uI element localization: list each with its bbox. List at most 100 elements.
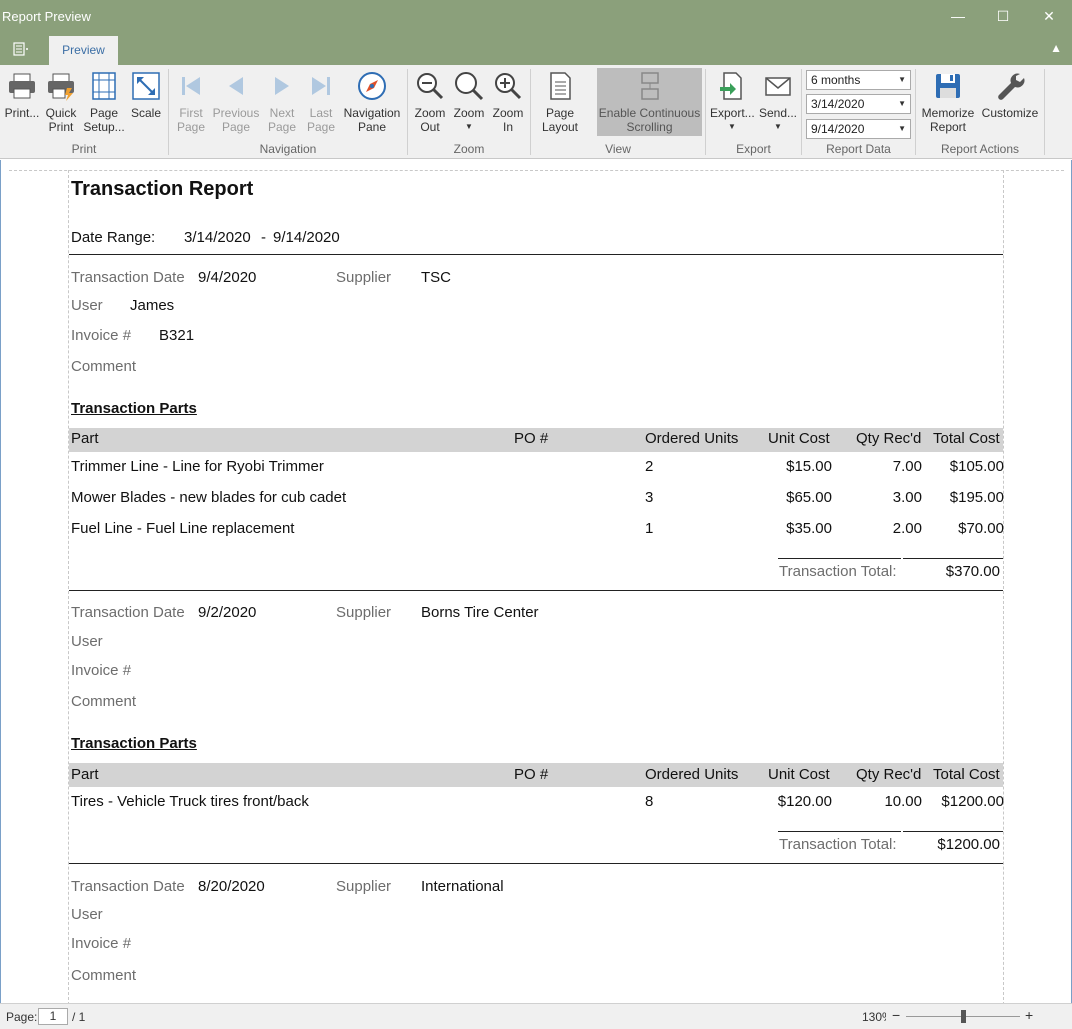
group-label-zoom: Zoom	[453, 142, 485, 156]
transaction-date-label: Transaction Date	[71, 604, 185, 621]
transaction-parts-heading: Transaction Parts	[71, 735, 197, 752]
zoom-in-icon	[495, 73, 522, 100]
memorize-report-button[interactable]: Memorize Report	[920, 68, 976, 138]
unit-cost: $15.00	[786, 458, 832, 475]
close-button[interactable]: ✕	[1035, 5, 1063, 27]
transaction-date-value: 9/4/2020	[198, 269, 257, 286]
page-layout-label-2: Layout	[541, 120, 579, 134]
zoom-icon	[455, 72, 484, 101]
unit-cost: $65.00	[786, 489, 832, 506]
column-header-po: PO #	[514, 430, 549, 447]
user-label: User	[71, 633, 103, 650]
ribbon-collapse-icon[interactable]: ▲	[1050, 41, 1062, 55]
memorize-report-label-2: Report	[929, 120, 967, 134]
unit-cost: $120.00	[777, 793, 832, 810]
customize-button[interactable]: Customize	[980, 68, 1040, 138]
qty-received: 7.00	[892, 458, 922, 475]
page-setup-button[interactable]: Page Setup...	[82, 68, 126, 138]
column-header-unit-cost: Unit Cost	[768, 430, 830, 447]
zoom-in-label-1: Zoom	[492, 106, 524, 120]
comment-label: Comment	[71, 967, 137, 984]
transaction-total-label: Transaction Total:	[779, 836, 897, 853]
transaction-date-label: Transaction Date	[71, 878, 185, 895]
group-label-print: Print	[71, 142, 97, 156]
part-name: Mower Blades - new blades for cub cadet	[71, 489, 347, 506]
chevron-down-icon: ▼	[898, 75, 906, 84]
scale-button[interactable]: Scale	[128, 68, 164, 138]
export-button[interactable]: Export... ▼	[710, 68, 755, 138]
app-menu-icon[interactable]	[12, 42, 30, 56]
navigation-pane-button[interactable]: Navigation Pane	[342, 68, 402, 138]
page-margin-right	[1003, 170, 1004, 1005]
transaction-total-label: Transaction Total:	[779, 563, 897, 580]
previous-page-label-2: Page	[221, 120, 251, 134]
page-number-input[interactable]: 1	[38, 1008, 68, 1025]
save-disk-icon	[936, 74, 960, 98]
send-label: Send...	[758, 106, 798, 120]
page-layout-button[interactable]: Page Layout	[535, 68, 585, 138]
continuous-scrolling-label-1: Enable Continuous	[598, 106, 701, 120]
last-page-label-2: Page	[306, 120, 336, 134]
previous-page-button[interactable]: Previous Page	[212, 68, 260, 138]
zoom-out-icon	[417, 73, 444, 100]
export-icon	[720, 72, 742, 100]
customize-label: Customize	[981, 106, 1039, 120]
total-rule	[903, 831, 1003, 832]
total-cost: $105.00	[949, 458, 1004, 475]
quick-print-button[interactable]: Quick Print	[42, 68, 80, 138]
zoom-slider-thumb[interactable]	[960, 1010, 966, 1023]
enable-continuous-scrolling-button[interactable]: Enable Continuous Scrolling	[597, 68, 702, 138]
zoom-in-button[interactable]: Zoom In	[490, 68, 526, 138]
end-date-picker[interactable]: 9/14/2020 ▼	[806, 119, 911, 139]
quick-print-label-1: Quick	[45, 106, 77, 120]
supplier-value: TSC	[421, 269, 451, 286]
column-header-part: Part	[71, 430, 99, 447]
ordered-units: 1	[645, 520, 654, 537]
previous-page-icon	[229, 77, 243, 95]
period-select[interactable]: 6 months ▼	[806, 70, 911, 90]
export-label: Export...	[710, 106, 755, 120]
group-separator	[1044, 69, 1045, 155]
column-header-qty-recd: Qty Rec'd	[856, 766, 922, 783]
first-page-button[interactable]: First Page	[172, 68, 210, 138]
zoom-out-label-1: Zoom	[414, 106, 446, 120]
column-header-ordered-units: Ordered Units	[645, 766, 739, 783]
column-header-qty-recd: Qty Rec'd	[856, 430, 922, 447]
zoom-in-label-2: In	[502, 120, 513, 134]
user-value: James	[130, 297, 175, 314]
start-date-picker[interactable]: 3/14/2020 ▼	[806, 94, 911, 114]
print-button[interactable]: Print...	[4, 68, 40, 138]
last-page-icon	[312, 77, 330, 95]
column-header-part: Part	[71, 766, 99, 783]
last-page-button[interactable]: Last Page	[302, 68, 340, 138]
supplier-label: Supplier	[336, 604, 392, 621]
column-header-total-cost: Total Cost	[933, 766, 1000, 783]
next-page-button[interactable]: Next Page	[262, 68, 302, 138]
wrench-icon	[998, 73, 1025, 100]
first-page-label-2: Page	[176, 120, 206, 134]
zoom-out-button[interactable]: Zoom Out	[412, 68, 448, 138]
printer-icon	[9, 73, 35, 99]
minimize-button[interactable]: —	[944, 5, 972, 27]
first-page-icon	[182, 77, 200, 95]
qty-received: 2.00	[892, 520, 922, 537]
document-viewport[interactable]	[0, 160, 1072, 1003]
send-button[interactable]: Send... ▼	[757, 68, 799, 138]
previous-page-label-1: Previous	[212, 106, 260, 120]
date-range-to: 9/14/2020	[273, 229, 340, 246]
zoom-decrease-button[interactable]: −	[892, 1007, 900, 1023]
ribbon-tab-row: Preview ▲	[0, 34, 1072, 65]
part-name: Fuel Line - Fuel Line replacement	[71, 520, 295, 537]
zoom-button[interactable]: Zoom ▼	[450, 68, 488, 138]
total-rule	[903, 558, 1003, 559]
end-date-value: 9/14/2020	[811, 122, 865, 136]
zoom-increase-button[interactable]: +	[1025, 1007, 1033, 1023]
ordered-units: 8	[645, 793, 654, 810]
page-total: / 1	[72, 1010, 86, 1024]
maximize-button[interactable]: ☐	[989, 5, 1017, 27]
tab-preview[interactable]: Preview	[49, 36, 118, 65]
page-setup-label-2: Setup...	[83, 120, 125, 134]
status-bar: Page: 1 / 1 130% − +	[0, 1003, 1072, 1029]
total-cost: $195.00	[949, 489, 1004, 506]
supplier-label: Supplier	[336, 878, 392, 895]
